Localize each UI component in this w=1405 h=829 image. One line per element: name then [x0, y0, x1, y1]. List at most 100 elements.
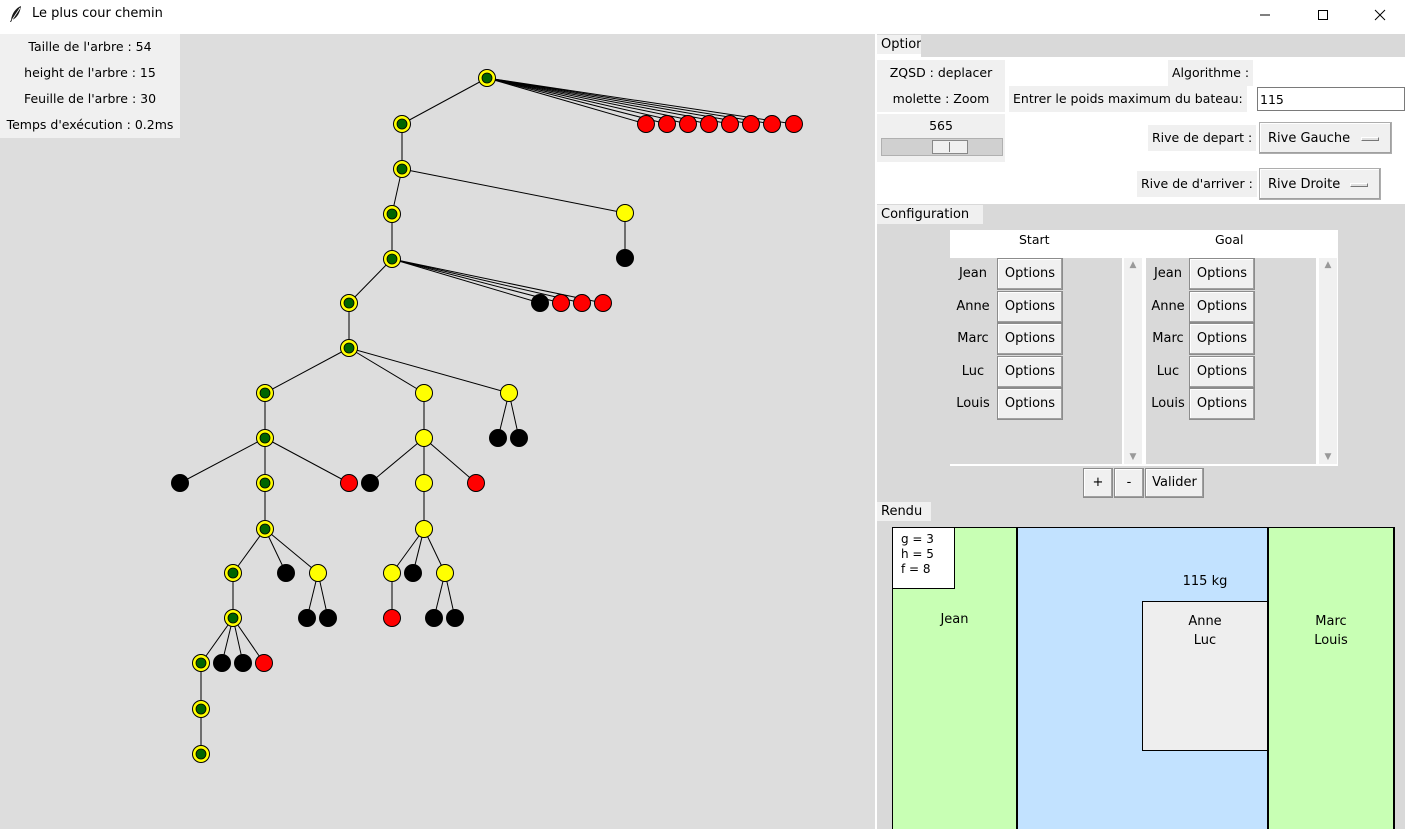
- rendu-label: Rendu: [877, 502, 931, 521]
- goal-person-name: Anne: [1151, 298, 1185, 314]
- red-tree-node: [594, 294, 612, 312]
- visited-tree-node: [224, 609, 242, 627]
- yellow-tree-node: [383, 564, 401, 582]
- start-options-button[interactable]: Options: [997, 355, 1063, 388]
- black-tree-node: [489, 429, 507, 447]
- tree-edge: [391, 258, 604, 304]
- start-options-button[interactable]: Options: [997, 290, 1063, 323]
- h-value: h = 5: [901, 547, 934, 561]
- black-tree-node: [510, 429, 528, 447]
- tree-edge: [264, 437, 350, 484]
- maximize-button[interactable]: [1300, 0, 1346, 30]
- black-tree-node: [213, 654, 231, 672]
- start-scrollbar[interactable]: ▲ ▼: [1124, 258, 1142, 464]
- visited-tree-node: [256, 474, 274, 492]
- goal-scrollbar[interactable]: ▲ ▼: [1319, 258, 1337, 464]
- goal-options-button[interactable]: Options: [1189, 388, 1255, 420]
- black-tree-node: [171, 474, 189, 492]
- yellow-tree-node: [415, 520, 433, 538]
- g-value: g = 3: [901, 532, 934, 546]
- start-options-button[interactable]: Options: [997, 388, 1063, 420]
- tree-edge: [391, 258, 541, 304]
- black-tree-node: [234, 654, 252, 672]
- red-tree-node: [785, 115, 803, 133]
- tree-edge: [486, 77, 647, 125]
- visited-tree-node: [256, 520, 274, 538]
- search-tree[interactable]: [0, 34, 875, 829]
- option-label-strip: [921, 35, 1405, 57]
- scroll-up-icon[interactable]: ▲: [1124, 260, 1142, 270]
- tree-edge: [391, 258, 583, 304]
- zoom-hint: molette : Zoom: [877, 86, 1005, 112]
- visited-tree-node: [393, 160, 411, 178]
- depart-value: Rive Gauche: [1268, 130, 1351, 146]
- goal-options-button[interactable]: Options: [1189, 258, 1255, 290]
- yellow-tree-node: [500, 384, 518, 402]
- remove-person-button[interactable]: -: [1114, 468, 1144, 498]
- depart-label: Rive de depart :: [1148, 125, 1257, 151]
- black-tree-node: [319, 609, 337, 627]
- red-tree-node: [679, 115, 697, 133]
- tree-edge: [486, 77, 710, 125]
- tree-edge: [264, 347, 350, 394]
- start-options-button[interactable]: Options: [997, 323, 1063, 355]
- red-tree-node: [340, 474, 358, 492]
- goal-header: Goal: [1215, 232, 1244, 247]
- visited-tree-node: [256, 429, 274, 447]
- tree-edge: [348, 258, 393, 304]
- algorithm-value[interactable]: [1258, 61, 1405, 85]
- configuration-label: Configuration: [877, 205, 983, 224]
- goal-person-name: Marc: [1152, 331, 1184, 346]
- black-tree-node: [298, 609, 316, 627]
- right-bank-person: Marc: [1315, 614, 1347, 629]
- goal-options-button[interactable]: Options: [1189, 355, 1255, 388]
- visited-tree-node: [192, 654, 210, 672]
- visited-tree-node: [340, 339, 358, 357]
- yellow-tree-node: [616, 204, 634, 222]
- tree-height-stat: height de l'arbre : 15: [24, 65, 156, 80]
- goal-person-name: Luc: [1156, 363, 1180, 379]
- close-button[interactable]: [1357, 0, 1403, 30]
- minimize-button[interactable]: [1242, 0, 1288, 30]
- right-bank: [1269, 528, 1393, 829]
- red-tree-node: [763, 115, 781, 133]
- add-person-button[interactable]: +: [1083, 468, 1113, 498]
- stats-panel: Taille de l'arbre : 54 height de l'arbre…: [0, 34, 180, 138]
- start-options-button[interactable]: Options: [997, 258, 1063, 290]
- zoom-slider-track[interactable]: [881, 138, 1003, 156]
- yellow-tree-node: [309, 564, 327, 582]
- visited-tree-node: [192, 700, 210, 718]
- weight-input[interactable]: [1257, 87, 1405, 111]
- close-icon: [1374, 9, 1386, 21]
- start-person-name: Jean: [958, 266, 988, 281]
- red-tree-node: [255, 654, 273, 672]
- scroll-down-icon[interactable]: ▼: [1124, 452, 1142, 462]
- red-tree-node: [658, 115, 676, 133]
- validate-button[interactable]: Valider: [1145, 468, 1204, 498]
- red-tree-node: [700, 115, 718, 133]
- goal-person-name: Jean: [1153, 266, 1183, 281]
- leaves-stat: Feuille de l'arbre : 30: [23, 91, 157, 106]
- arrivee-dropdown[interactable]: Rive Droite: [1259, 168, 1381, 200]
- left-bank-people: Jean: [940, 612, 969, 627]
- arrivee-label: Rive de d'arriver :: [1137, 171, 1257, 197]
- depart-dropdown[interactable]: Rive Gauche: [1259, 122, 1392, 154]
- visited-tree-node: [383, 205, 401, 223]
- black-tree-node: [361, 474, 379, 492]
- zoom-scale: 565: [877, 114, 1005, 162]
- red-tree-node: [637, 115, 655, 133]
- red-tree-node: [383, 609, 401, 627]
- goal-person-name: Louis: [1151, 396, 1185, 411]
- scroll-down-icon[interactable]: ▼: [1319, 452, 1337, 462]
- boat-passenger: Anne: [1188, 614, 1222, 629]
- black-tree-node: [446, 609, 464, 627]
- goal-options-button[interactable]: Options: [1189, 323, 1255, 355]
- black-tree-node: [404, 564, 422, 582]
- heuristic-box: g = 3 h = 5 f = 8: [893, 528, 955, 589]
- boat: Anne Luc: [1142, 601, 1268, 751]
- window-title: Le plus cour chemin: [32, 6, 163, 21]
- goal-options-button[interactable]: Options: [1189, 290, 1255, 323]
- tree-edge: [348, 347, 425, 394]
- zoom-slider-thumb[interactable]: [932, 140, 968, 154]
- scroll-up-icon[interactable]: ▲: [1319, 260, 1337, 270]
